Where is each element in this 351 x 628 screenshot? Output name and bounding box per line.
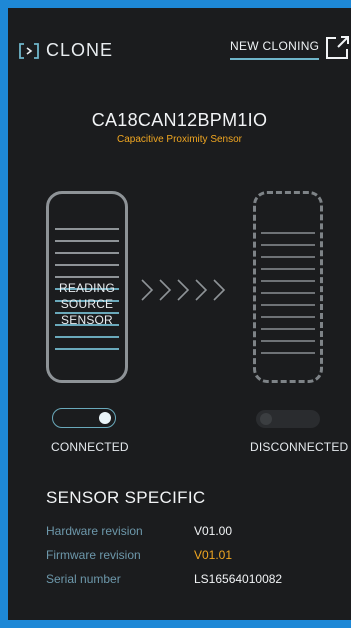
- toggle-knob: [99, 412, 111, 424]
- source-status-label: CONNECTED: [51, 440, 129, 454]
- source-connection-toggle[interactable]: [52, 408, 116, 428]
- sensor-line: [261, 256, 315, 258]
- external-link-icon[interactable]: [324, 35, 350, 61]
- sensor-line: [261, 292, 315, 294]
- sensor-specific-title: SENSOR SPECIFIC: [46, 488, 206, 507]
- sensor-line: [261, 232, 315, 234]
- app-screen: CLONE NEW CLONING CA18CAN12BPM1IO Capaci…: [8, 8, 351, 620]
- new-cloning-button[interactable]: NEW CLONING: [230, 39, 320, 60]
- sensor-line: [55, 348, 119, 350]
- sensor-line: [261, 328, 315, 330]
- spec-key: Firmware revision: [46, 548, 141, 562]
- spec-value: V01.01: [194, 548, 233, 562]
- reading-source-label-line: READING: [58, 281, 116, 295]
- product-description: Capacitive Proximity Sensor: [116, 134, 243, 145]
- app-logo-text: CLONE: [46, 40, 114, 60]
- spec-key: Hardware revision: [46, 524, 143, 538]
- sensor-line: [261, 304, 315, 306]
- target-sensor-graphic: [253, 191, 323, 383]
- sensor-line: [55, 252, 119, 254]
- toggle-knob: [260, 413, 272, 425]
- spec-key: Serial number: [46, 572, 121, 586]
- reading-source-label-line: SOURCE: [60, 297, 114, 311]
- sensor-line: [261, 268, 315, 270]
- sensor-line: [55, 240, 119, 242]
- reading-source-label-line: SENSOR: [61, 313, 113, 327]
- clone-logo-icon: [18, 42, 40, 60]
- sensor-line: [261, 280, 315, 282]
- sensor-line: [55, 228, 119, 230]
- sensor-line: [261, 352, 315, 354]
- product-code: CA18CAN12BPM1IO: [91, 110, 268, 130]
- sensor-line: [261, 316, 315, 318]
- sensor-line: [261, 244, 315, 246]
- app-logo: CLONE: [18, 40, 113, 61]
- target-connection-toggle[interactable]: [256, 410, 320, 428]
- sensor-line: [261, 340, 315, 342]
- sensor-line: [55, 276, 119, 278]
- target-status-label: DISCONNECTED: [250, 440, 349, 454]
- sensor-line: [55, 264, 119, 266]
- spec-value: LS16564010082: [194, 572, 283, 586]
- spec-value: V01.00: [194, 524, 233, 538]
- source-sensor-graphic: READING SOURCE SENSOR: [46, 191, 128, 383]
- chevron-right-icon: [138, 276, 238, 304]
- sensor-line: [55, 336, 119, 338]
- reading-source-label: READING SOURCE SENSOR: [49, 280, 125, 328]
